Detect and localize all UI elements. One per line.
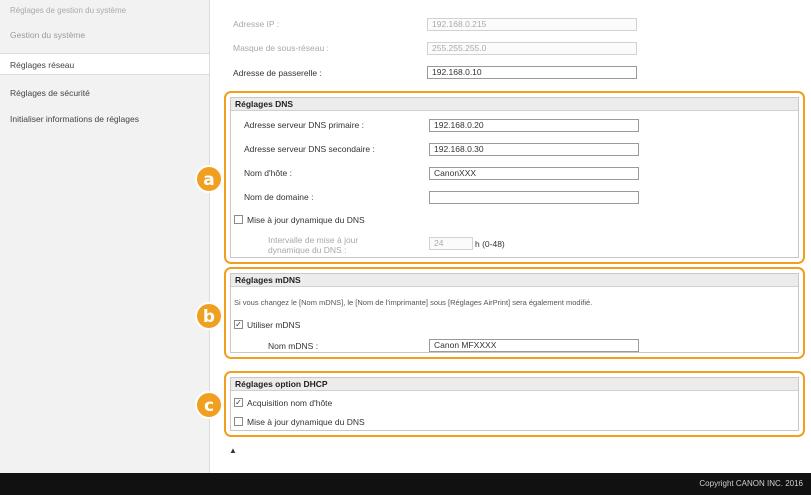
sidebar-heading: Réglages de gestion du système xyxy=(10,6,127,15)
mdns-name-field[interactable]: Canon MFXXXX xyxy=(429,339,639,352)
dns-settings-section: Réglages DNS Adresse serveur DNS primair… xyxy=(224,91,805,264)
hostname-acquisition-checkbox[interactable]: ✓ xyxy=(234,398,243,407)
mdns-note: Si vous changez le [Nom mDNS], le [Nom d… xyxy=(234,298,593,307)
dns-secondary-field[interactable]: 192.168.0.30 xyxy=(429,143,639,156)
dns-interval-field[interactable]: 24 xyxy=(429,237,473,250)
mdns-name-label: Nom mDNS : xyxy=(268,341,319,351)
use-mdns-label: Utiliser mDNS xyxy=(247,320,301,330)
footer: Copyright CANON INC. 2016 xyxy=(0,473,811,495)
dns-secondary-label: Adresse serveur DNS secondaire : xyxy=(244,144,375,154)
copyright-text: Copyright CANON INC. 2016 xyxy=(699,479,803,488)
gateway-field[interactable]: 192.168.0.10 xyxy=(427,66,637,79)
dns-dynamic-update-label: Mise à jour dynamique du DNS xyxy=(247,215,365,225)
gateway-label: Adresse de passerelle : xyxy=(233,68,322,78)
dhcp-option-section: Réglages option DHCP ✓ Acquisition nom d… xyxy=(224,371,805,437)
dns-dynamic-update-checkbox[interactable] xyxy=(234,215,243,224)
callout-badge-c: c xyxy=(195,391,223,419)
use-mdns-checkbox[interactable]: ✓ xyxy=(234,320,243,329)
domain-name-label: Nom de domaine : xyxy=(244,192,314,202)
dns-primary-label: Adresse serveur DNS primaire : xyxy=(244,120,364,130)
sidebar-item-network-settings[interactable]: Réglages réseau xyxy=(0,53,209,75)
dhcp-dns-update-checkbox[interactable] xyxy=(234,417,243,426)
subnet-mask-label: Masque de sous-réseau : xyxy=(233,43,329,53)
sidebar: Réglages de gestion du système Gestion d… xyxy=(0,0,210,473)
domain-name-field[interactable] xyxy=(429,191,639,204)
check-icon: ✓ xyxy=(235,320,242,329)
dhcp-dns-update-label: Mise à jour dynamique du DNS xyxy=(247,417,365,427)
sidebar-item-security-settings[interactable]: Réglages de sécurité xyxy=(10,88,90,98)
dns-primary-field[interactable]: 192.168.0.20 xyxy=(429,119,639,132)
hostname-acquisition-label: Acquisition nom d'hôte xyxy=(247,398,333,408)
back-to-top-icon[interactable]: ▲ xyxy=(229,447,237,455)
dns-interval-label-line2: dynamique du DNS : xyxy=(268,245,347,255)
ip-address-field[interactable]: 192.168.0.215 xyxy=(427,18,637,31)
dns-interval-label-line1: Intervalle de mise à jour xyxy=(268,235,359,245)
sidebar-item-init-settings[interactable]: Initialiser informations de réglages xyxy=(10,114,139,124)
check-icon: ✓ xyxy=(235,398,242,407)
ip-address-label: Adresse IP : xyxy=(233,19,280,29)
mdns-settings-section: Réglages mDNS Si vous changez le [Nom mD… xyxy=(224,267,805,359)
dhcp-option-title: Réglages option DHCP xyxy=(231,378,798,391)
dns-interval-unit: h (0-48) xyxy=(475,239,505,249)
dns-settings-title: Réglages DNS xyxy=(231,98,798,111)
subnet-mask-field[interactable]: 255.255.255.0 xyxy=(427,42,637,55)
mdns-settings-title: Réglages mDNS xyxy=(231,274,798,287)
callout-badge-b: b xyxy=(195,302,223,330)
sidebar-item-system-management[interactable]: Gestion du système xyxy=(10,30,85,40)
callout-badge-a: a xyxy=(195,165,223,193)
host-name-field[interactable]: CanonXXX xyxy=(429,167,639,180)
host-name-label: Nom d'hôte : xyxy=(244,168,292,178)
